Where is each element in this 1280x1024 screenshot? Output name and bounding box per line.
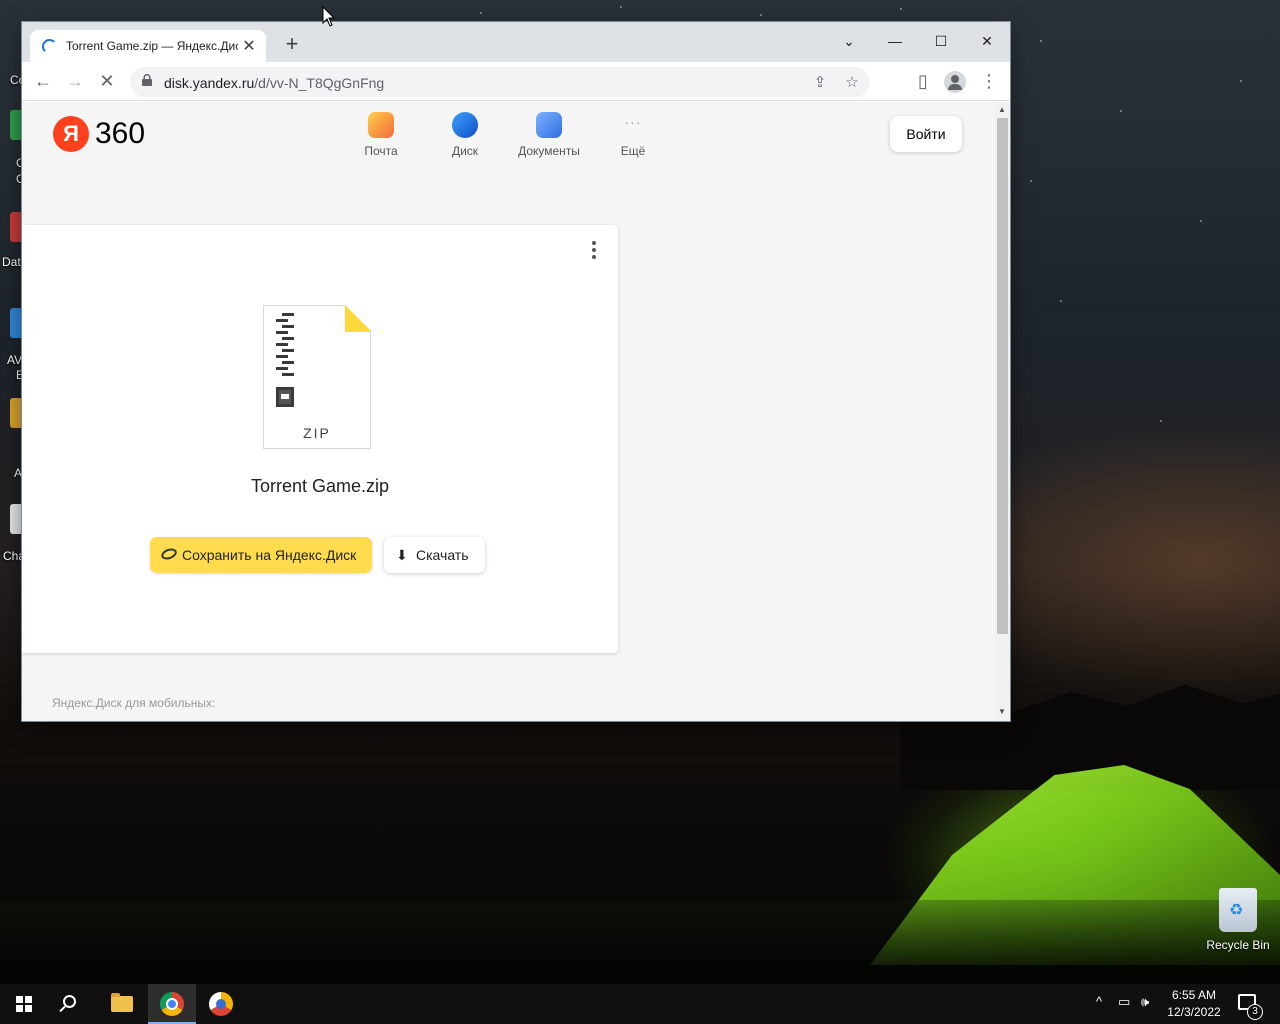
mobile-apps-footer: Яндекс.Диск для мобильных: xyxy=(52,696,216,710)
desktop-label: AV xyxy=(7,353,23,367)
tab-title: Torrent Game.zip — Яндекс.Диск xyxy=(66,39,238,53)
profile-avatar-icon[interactable] xyxy=(944,71,966,93)
clock-time: 6:55 AM xyxy=(1171,988,1217,1002)
logo-letter: Я xyxy=(53,116,89,152)
address-bar[interactable]: disk.yandex.ru/d/vv-N_T8QgGnFng ⇪ ☆ xyxy=(130,67,870,97)
recycle-bin-icon: ♻ xyxy=(1219,888,1257,932)
mouse-cursor-icon xyxy=(322,6,336,27)
file-corner-fold xyxy=(345,305,372,332)
loading-spinner-icon xyxy=(42,39,57,54)
scroll-down-icon[interactable]: ▼ xyxy=(998,707,1006,716)
taskbar-search-button[interactable] xyxy=(48,984,96,1024)
clock-date: 12/3/2022 xyxy=(1167,1005,1221,1019)
scroll-up-icon[interactable]: ▲ xyxy=(998,105,1006,114)
chrome-icon xyxy=(160,992,184,1016)
recycle-bin[interactable]: ♻ Recycle Bin xyxy=(1200,888,1276,952)
notification-badge: 3 xyxy=(1247,1004,1263,1020)
browser-menu-button[interactable]: ⋮ xyxy=(976,68,1002,94)
disk-icon xyxy=(452,112,478,138)
file-type-label: ZIP xyxy=(303,425,331,441)
minimize-button[interactable]: — xyxy=(872,26,918,56)
url-path: /d/vv-N_T8QgGnFng xyxy=(254,75,385,91)
more-options-icon[interactable] xyxy=(588,241,600,261)
browser-tab[interactable]: Torrent Game.zip — Яндекс.Диск ✕ xyxy=(30,30,266,62)
volume-icon[interactable]: 🕪 xyxy=(1141,994,1149,1010)
download-button-label: Скачать xyxy=(416,547,469,563)
taskbar-app[interactable] xyxy=(197,984,245,1024)
side-panel-icon[interactable]: ▯ xyxy=(910,68,936,94)
tab-close-icon[interactable]: ✕ xyxy=(240,36,258,56)
service-more[interactable]: ··· Ещё xyxy=(593,112,673,158)
tab-search-button[interactable]: ⌄ xyxy=(826,26,872,56)
service-label: Почта xyxy=(364,144,398,158)
search-icon xyxy=(63,995,76,1008)
taskbar-file-explorer[interactable] xyxy=(98,984,146,1024)
back-button[interactable]: ← xyxy=(30,68,56,94)
url-host: disk.yandex.ru xyxy=(164,75,255,91)
file-name: Torrent Game.zip xyxy=(250,476,390,496)
new-tab-button[interactable]: + xyxy=(280,31,304,57)
stop-loading-button[interactable]: ✕ xyxy=(94,68,120,94)
title-bar: Torrent Game.zip — Яндекс.Диск ✕ + ⌄ — ☐… xyxy=(22,22,1010,62)
folder-icon xyxy=(111,993,133,1012)
bookmark-star-icon[interactable]: ☆ xyxy=(842,73,862,93)
mail-icon xyxy=(368,112,394,138)
download-icon: ⬇ xyxy=(396,547,408,563)
download-button[interactable]: ⬇ Скачать xyxy=(384,537,485,573)
save-button-label: Сохранить на Яндекс.Диск xyxy=(182,547,357,563)
windows-logo-icon xyxy=(16,996,32,1012)
file-card: ZIP Torrent Game.zip Сохранить на Яндекс… xyxy=(22,225,618,653)
browser-window: Torrent Game.zip — Яндекс.Диск ✕ + ⌄ — ☐… xyxy=(22,22,1010,721)
start-button[interactable] xyxy=(0,984,48,1024)
zipper-pull-icon xyxy=(276,387,294,407)
desktop-label: Dat xyxy=(2,255,21,269)
browser-toolbar: ← → ✕ disk.yandex.ru/d/vv-N_T8QgGnFng ⇪ … xyxy=(22,62,1010,101)
service-disk[interactable]: Диск xyxy=(425,112,505,158)
url-text: disk.yandex.ru/d/vv-N_T8QgGnFng xyxy=(164,75,384,91)
service-mail[interactable]: Почта xyxy=(341,112,421,158)
page-scrollbar[interactable]: ▲ ▼ xyxy=(995,102,1010,721)
service-label: Документы xyxy=(518,144,580,158)
lock-icon xyxy=(142,74,152,86)
ground xyxy=(0,900,1280,984)
network-icon[interactable]: ▭ xyxy=(1118,994,1130,1010)
maximize-button[interactable]: ☐ xyxy=(918,26,964,56)
taskbar-chrome[interactable] xyxy=(148,984,196,1024)
scrollbar-thumb[interactable] xyxy=(997,118,1008,634)
desktop-label: A xyxy=(14,466,23,480)
logo-text: 360 xyxy=(95,117,146,150)
system-clock[interactable]: 6:55 AM 12/3/2022 xyxy=(1162,987,1226,1021)
taskbar: ^ ▭ 🕪 6:55 AM 12/3/2022 3 xyxy=(0,984,1280,1024)
service-label: Ещё xyxy=(620,144,646,158)
page-header: Я 360 Почта Диск Документы ··· Ещё Войти xyxy=(22,102,995,172)
service-label: Диск xyxy=(451,144,479,158)
recycle-bin-label: Recycle Bin xyxy=(1206,938,1270,952)
login-button[interactable]: Войти xyxy=(890,116,962,152)
disk-icon xyxy=(159,546,179,562)
tray-chevron-icon[interactable]: ^ xyxy=(1096,994,1102,1009)
service-documents[interactable]: Документы xyxy=(509,112,589,158)
close-window-button[interactable]: ✕ xyxy=(964,26,1010,56)
more-dots-icon: ··· xyxy=(624,114,642,130)
page-viewport: Я 360 Почта Диск Документы ··· Ещё Войти xyxy=(22,102,995,721)
app-icon xyxy=(209,992,233,1016)
save-to-disk-button[interactable]: Сохранить на Яндекс.Диск xyxy=(150,537,372,573)
documents-icon xyxy=(536,112,562,138)
share-icon[interactable]: ⇪ xyxy=(810,73,830,93)
forward-button[interactable]: → xyxy=(62,68,88,94)
